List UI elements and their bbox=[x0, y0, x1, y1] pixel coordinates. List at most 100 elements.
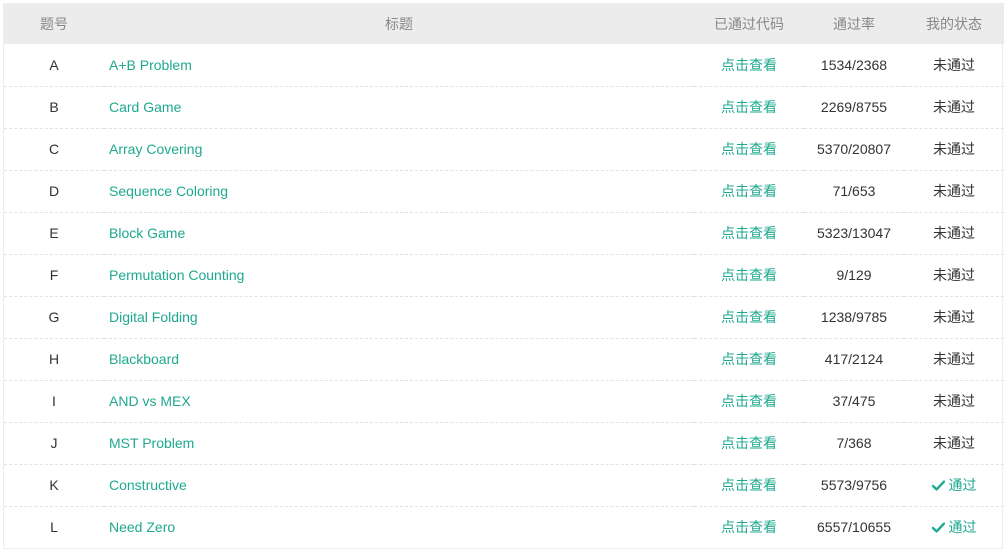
problem-id: I bbox=[4, 379, 104, 422]
header-pass-rate: 通过率 bbox=[833, 15, 875, 32]
problem-title-cell: Sequence Coloring bbox=[104, 169, 694, 212]
status-text: 未通过 bbox=[933, 309, 975, 325]
header-row: 题号 标题 已通过代码 通过率 我的状态 bbox=[4, 3, 1004, 44]
problem-id: H bbox=[4, 337, 104, 380]
view-code-link[interactable]: 点击查看 bbox=[721, 225, 777, 241]
header-accepted-code: 已通过代码 bbox=[714, 15, 784, 32]
view-code-link[interactable]: 点击查看 bbox=[721, 519, 777, 535]
problem-title-cell: Digital Folding bbox=[104, 295, 694, 338]
status-cell: 未通过 bbox=[904, 421, 1004, 464]
table-row: G Digital Folding 点击查看 1238/9785 未通过 bbox=[4, 295, 1004, 338]
status-text: 未通过 bbox=[933, 99, 975, 115]
table-body: A A+B Problem 点击查看 1534/2368 未通过 B Card … bbox=[4, 44, 1004, 548]
problem-id: F bbox=[4, 253, 104, 296]
problem-table-container: 题号 标题 已通过代码 通过率 我的状态 A A+B Problem 点击查看 … bbox=[3, 3, 1004, 549]
view-code-cell: 点击查看 bbox=[694, 463, 804, 506]
status-badge: 未通过 bbox=[933, 267, 975, 283]
problem-title-link[interactable]: Sequence Coloring bbox=[109, 183, 228, 199]
problem-title-link[interactable]: Array Covering bbox=[109, 141, 202, 157]
view-code-cell: 点击查看 bbox=[694, 505, 804, 548]
problem-title-link[interactable]: Need Zero bbox=[109, 519, 175, 535]
checkmark-icon bbox=[931, 522, 945, 533]
table-row: H Blackboard 点击查看 417/2124 未通过 bbox=[4, 337, 1004, 380]
view-code-link[interactable]: 点击查看 bbox=[721, 309, 777, 325]
problem-id: K bbox=[4, 463, 104, 506]
view-code-link[interactable]: 点击查看 bbox=[721, 267, 777, 283]
view-code-cell: 点击查看 bbox=[694, 44, 804, 86]
status-cell: 未通过 bbox=[904, 295, 1004, 338]
problem-id: B bbox=[4, 85, 104, 128]
pass-rate: 5323/13047 bbox=[804, 211, 904, 254]
problem-title-cell: Array Covering bbox=[104, 127, 694, 170]
problem-title-link[interactable]: A+B Problem bbox=[109, 57, 192, 73]
header-problem-id: 题号 bbox=[40, 15, 68, 32]
problem-title-cell: Block Game bbox=[104, 211, 694, 254]
problem-id: C bbox=[4, 127, 104, 170]
problem-title-link[interactable]: Card Game bbox=[109, 99, 181, 115]
view-code-cell: 点击查看 bbox=[694, 421, 804, 464]
status-cell: 未通过 bbox=[904, 85, 1004, 128]
problem-title-cell: AND vs MEX bbox=[104, 379, 694, 422]
table-row: F Permutation Counting 点击查看 9/129 未通过 bbox=[4, 253, 1004, 296]
status-text: 未通过 bbox=[933, 351, 975, 367]
view-code-cell: 点击查看 bbox=[694, 127, 804, 170]
problem-title-cell: Blackboard bbox=[104, 337, 694, 380]
view-code-link[interactable]: 点击查看 bbox=[721, 477, 777, 493]
problem-title-cell: A+B Problem bbox=[104, 44, 694, 86]
view-code-cell: 点击查看 bbox=[694, 337, 804, 380]
view-code-cell: 点击查看 bbox=[694, 379, 804, 422]
table-header: 题号 标题 已通过代码 通过率 我的状态 bbox=[4, 3, 1004, 44]
problem-title-link[interactable]: Digital Folding bbox=[109, 309, 198, 325]
status-cell: 通过 bbox=[904, 463, 1004, 506]
status-badge: 未通过 bbox=[933, 225, 975, 241]
table-row: C Array Covering 点击查看 5370/20807 未通过 bbox=[4, 127, 1004, 170]
table-row: I AND vs MEX 点击查看 37/475 未通过 bbox=[4, 379, 1004, 422]
view-code-link[interactable]: 点击查看 bbox=[721, 183, 777, 199]
table-row: D Sequence Coloring 点击查看 71/653 未通过 bbox=[4, 169, 1004, 212]
view-code-link[interactable]: 点击查看 bbox=[721, 435, 777, 451]
problem-title-cell: Need Zero bbox=[104, 505, 694, 548]
problem-title-link[interactable]: Constructive bbox=[109, 477, 187, 493]
status-cell: 未通过 bbox=[904, 337, 1004, 380]
status-cell: 未通过 bbox=[904, 379, 1004, 422]
pass-rate: 5370/20807 bbox=[804, 127, 904, 170]
pass-rate: 2269/8755 bbox=[804, 85, 904, 128]
pass-rate: 9/129 bbox=[804, 253, 904, 296]
problem-title-cell: MST Problem bbox=[104, 421, 694, 464]
table-row: K Constructive 点击查看 5573/9756 通过 bbox=[4, 463, 1004, 506]
status-cell: 未通过 bbox=[904, 44, 1004, 86]
status-text: 未通过 bbox=[933, 183, 975, 199]
problem-title-link[interactable]: AND vs MEX bbox=[109, 393, 191, 409]
problem-title-cell: Card Game bbox=[104, 85, 694, 128]
table-row: E Block Game 点击查看 5323/13047 未通过 bbox=[4, 211, 1004, 254]
problem-title-link[interactable]: MST Problem bbox=[109, 435, 194, 451]
problem-id: D bbox=[4, 169, 104, 212]
view-code-cell: 点击查看 bbox=[694, 295, 804, 338]
view-code-link[interactable]: 点击查看 bbox=[721, 141, 777, 157]
status-text: 未通过 bbox=[933, 435, 975, 451]
view-code-link[interactable]: 点击查看 bbox=[721, 99, 777, 115]
status-badge: 未通过 bbox=[933, 183, 975, 199]
status-cell: 未通过 bbox=[904, 253, 1004, 296]
problem-id: J bbox=[4, 421, 104, 464]
pass-rate: 6557/10655 bbox=[804, 505, 904, 548]
status-text: 未通过 bbox=[933, 141, 975, 157]
status-badge: 通过 bbox=[931, 477, 977, 493]
problem-title-link[interactable]: Blackboard bbox=[109, 351, 179, 367]
status-badge: 未通过 bbox=[933, 99, 975, 115]
problem-id: L bbox=[4, 505, 104, 548]
problem-title-cell: Permutation Counting bbox=[104, 253, 694, 296]
problem-title-link[interactable]: Permutation Counting bbox=[109, 267, 244, 283]
view-code-link[interactable]: 点击查看 bbox=[721, 351, 777, 367]
header-my-status: 我的状态 bbox=[926, 15, 982, 32]
problem-title-link[interactable]: Block Game bbox=[109, 225, 185, 241]
status-badge: 未通过 bbox=[933, 351, 975, 367]
problem-id: G bbox=[4, 295, 104, 338]
problem-id: E bbox=[4, 211, 104, 254]
pass-rate: 1238/9785 bbox=[804, 295, 904, 338]
pass-rate: 1534/2368 bbox=[820, 56, 888, 73]
problem-title-cell: Constructive bbox=[104, 463, 694, 506]
view-code-link[interactable]: 点击查看 bbox=[721, 393, 777, 409]
pass-rate: 71/653 bbox=[804, 169, 904, 212]
view-code-link[interactable]: 点击查看 bbox=[721, 57, 777, 73]
